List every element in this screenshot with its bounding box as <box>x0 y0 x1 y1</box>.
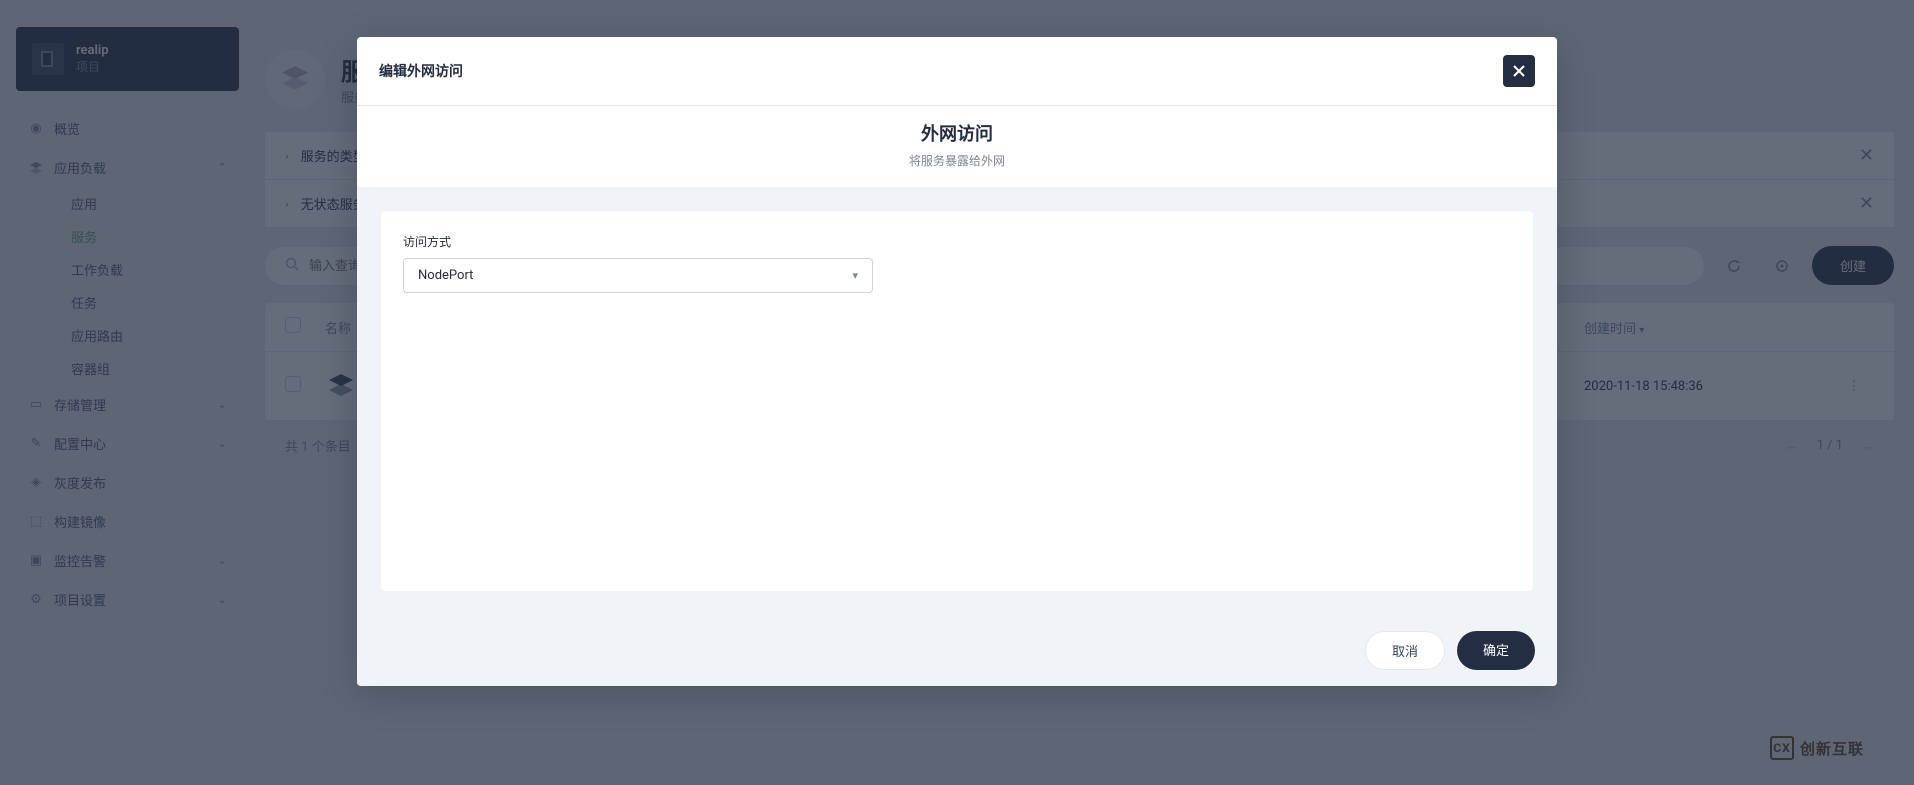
watermark: CX 创新互联 <box>1770 736 1864 760</box>
modal-overlay: 编辑外网访问 外网访问 将服务暴露给外网 访问方式 NodePort ▾ 取消 … <box>0 0 1914 785</box>
select-value: NodePort <box>418 268 473 283</box>
modal-close-button[interactable] <box>1503 55 1535 87</box>
caret-down-icon: ▾ <box>852 269 858 282</box>
modal-title: 编辑外网访问 <box>379 61 463 81</box>
modal-section-title: 外网访问 <box>357 120 1557 146</box>
edit-external-access-modal: 编辑外网访问 外网访问 将服务暴露给外网 访问方式 NodePort ▾ 取消 … <box>357 37 1557 686</box>
watermark-icon: CX <box>1770 736 1794 760</box>
cancel-button[interactable]: 取消 <box>1365 631 1445 670</box>
access-mode-label: 访问方式 <box>403 233 1511 250</box>
watermark-text: 创新互联 <box>1800 738 1864 759</box>
confirm-button[interactable]: 确定 <box>1457 631 1535 670</box>
modal-section-head: 外网访问 将服务暴露给外网 <box>357 105 1557 187</box>
modal-card: 访问方式 NodePort ▾ <box>381 211 1533 591</box>
access-mode-select[interactable]: NodePort ▾ <box>403 258 873 293</box>
modal-footer: 取消 确定 <box>357 615 1557 686</box>
modal-section-sub: 将服务暴露给外网 <box>357 152 1557 169</box>
modal-header: 编辑外网访问 <box>357 37 1557 105</box>
modal-body: 访问方式 NodePort ▾ <box>357 187 1557 615</box>
